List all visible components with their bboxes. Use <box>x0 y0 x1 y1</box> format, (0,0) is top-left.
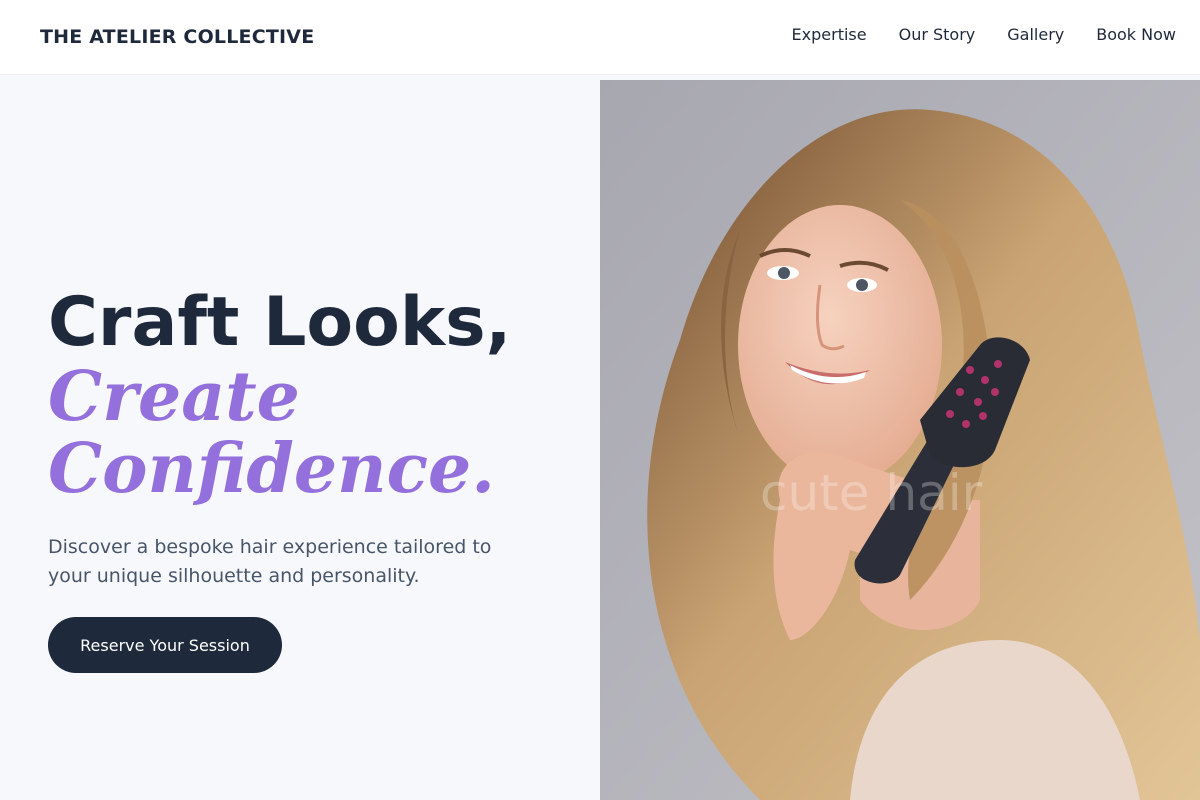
reserve-session-button[interactable]: Reserve Your Session <box>48 617 282 673</box>
brand-logo-text[interactable]: THE ATELIER COLLECTIVE <box>40 26 314 48</box>
top-navigation-bar: THE ATELIER COLLECTIVE Expertise Our Sto… <box>0 0 1200 75</box>
nav-link-book-now[interactable]: Book Now <box>1096 25 1176 44</box>
photo-watermark: cute hair <box>760 464 983 522</box>
hero-headline: Craft Looks, Create Confidence. <box>48 283 568 509</box>
hero-photo-illustration: cute hair <box>600 80 1200 800</box>
hero-headline-accent-1: Create <box>48 357 300 437</box>
hero-subtitle: Discover a bespoke hair experience tailo… <box>48 536 492 587</box>
nav-link-gallery[interactable]: Gallery <box>1007 25 1064 44</box>
nav-link-expertise[interactable]: Expertise <box>792 25 867 44</box>
hero-headline-accent-2: Confidence. <box>48 429 495 509</box>
hero-content: Craft Looks, Create Confidence. Discover… <box>48 285 568 610</box>
main-nav: Expertise Our Story Gallery Book Now <box>792 25 1176 44</box>
hero-photo: cute hair <box>600 80 1200 800</box>
nav-link-our-story[interactable]: Our Story <box>899 25 976 44</box>
hero-headline-line1: Craft Looks, <box>48 283 512 362</box>
